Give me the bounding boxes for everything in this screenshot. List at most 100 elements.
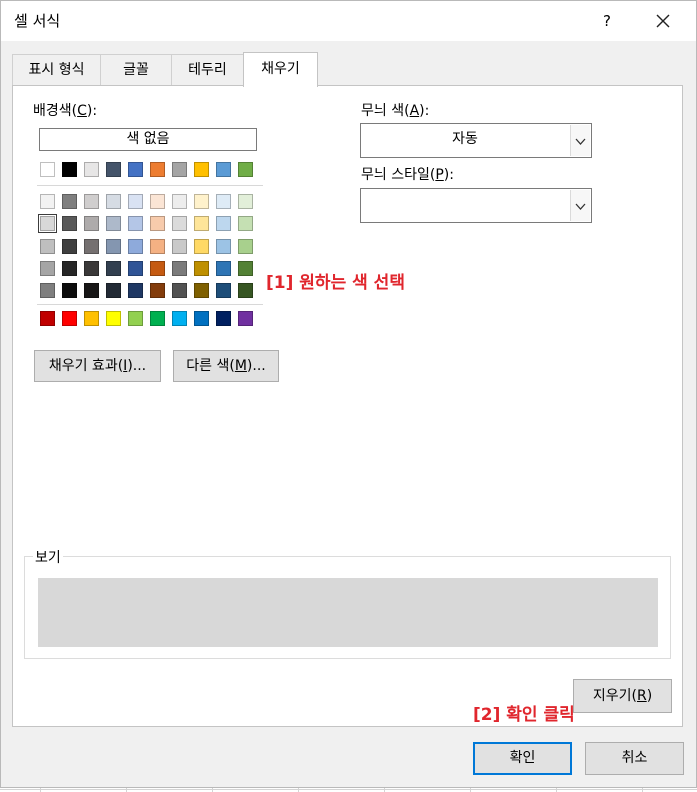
theme-tint-swatch[interactable] [128,194,143,209]
annotation-select-color: [1] 원하는 색 선택 [266,273,405,293]
theme-tint-swatch[interactable] [216,283,231,299]
title-bar: 셀 서식 ? [1,1,696,41]
theme-tint-swatch[interactable] [150,260,165,276]
theme-tint-swatch[interactable] [40,283,55,299]
preview-swatch [38,578,658,647]
theme-tint-swatch[interactable] [62,216,77,232]
pattern-style-value [361,189,569,222]
theme-tint-swatch[interactable] [128,216,143,232]
theme-tint-swatch[interactable] [84,283,99,299]
standard-color-swatch[interactable] [40,311,55,326]
theme-tint-swatch[interactable] [128,238,143,254]
theme-tint-swatch[interactable] [172,194,187,209]
theme-tint-swatch[interactable] [194,283,209,299]
theme-tint-swatch[interactable] [194,194,209,209]
standard-color-swatch[interactable] [194,311,209,326]
theme-color-swatch[interactable] [238,162,253,177]
standard-color-swatch[interactable] [106,311,121,326]
theme-tint-swatch[interactable] [194,238,209,254]
theme-tint-swatch[interactable] [238,260,253,276]
standard-color-swatch[interactable] [150,311,165,326]
close-button[interactable] [649,7,677,35]
pattern-color-value: 자동 [452,131,478,147]
tab-number-format[interactable]: 표시 형식 [12,54,101,85]
theme-color-swatch[interactable] [40,162,55,177]
theme-tint-swatch[interactable] [106,238,121,254]
theme-tint-swatch[interactable] [216,260,231,276]
standard-color-swatch[interactable] [84,311,99,326]
theme-tint-swatch[interactable] [62,283,77,299]
background-color-label: 배경색(C): [33,103,98,119]
chevron-down-icon [575,203,586,210]
theme-tint-swatch[interactable] [40,238,55,254]
theme-tint-swatch[interactable] [194,260,209,276]
theme-tint-swatch[interactable] [84,194,99,209]
theme-tint-swatch[interactable] [238,194,253,209]
pattern-style-dropdown[interactable] [570,190,590,221]
theme-tint-swatch[interactable] [216,238,231,254]
pattern-style-label: 무늬 스타일(P): [361,167,454,183]
standard-color-swatch[interactable] [62,311,77,326]
theme-tint-swatch[interactable] [150,216,165,232]
theme-tint-swatch[interactable] [238,238,253,254]
standard-color-swatch[interactable] [128,311,143,326]
theme-tint-swatch[interactable] [106,194,121,209]
theme-tint-swatch[interactable] [172,238,187,254]
pattern-style-select[interactable] [360,188,592,223]
theme-color-swatch[interactable] [150,162,165,177]
tab-fill[interactable]: 채우기 [243,52,318,87]
palette-separator [37,304,263,305]
theme-color-swatch[interactable] [62,162,77,177]
preview-label: 보기 [33,547,63,567]
standard-color-swatch[interactable] [216,311,231,326]
ok-button[interactable]: 확인 [473,742,572,775]
theme-tint-swatch[interactable] [150,283,165,299]
theme-tint-swatch[interactable] [128,260,143,276]
theme-tint-swatch[interactable] [62,194,77,209]
theme-tint-swatch[interactable] [172,283,187,299]
theme-tint-swatch[interactable] [172,260,187,276]
theme-tint-swatch[interactable] [106,260,121,276]
tab-font[interactable]: 글꼴 [100,54,172,85]
theme-color-swatch[interactable] [216,162,231,177]
theme-tint-swatch[interactable] [150,238,165,254]
theme-color-swatch[interactable] [194,162,209,177]
help-button[interactable]: ? [593,7,621,35]
cancel-button[interactable]: 취소 [585,742,684,775]
theme-tint-swatch[interactable] [194,216,209,232]
annotation-click-ok: [2] 확인 클릭 [473,705,575,725]
theme-tint-swatch[interactable] [106,216,121,232]
pattern-color-dropdown[interactable] [570,125,590,156]
theme-color-swatch[interactable] [128,162,143,177]
tab-border[interactable]: 테두리 [171,54,244,85]
fill-effects-button[interactable]: 채우기 효과(I)... [34,350,161,382]
theme-tint-swatch[interactable] [62,260,77,276]
theme-tint-swatch[interactable] [40,194,55,209]
fill-panel: 배경색(C): 색 없음 채우기 효과(I)... 다른 색(M)... 무늬 … [12,85,683,727]
theme-tint-swatch[interactable] [38,214,57,234]
theme-tint-swatch[interactable] [40,260,55,276]
chevron-down-icon [575,138,586,145]
theme-tint-swatch[interactable] [84,260,99,276]
theme-color-swatch[interactable] [84,162,99,177]
theme-tint-swatch[interactable] [84,216,99,232]
more-colors-button[interactable]: 다른 색(M)... [173,350,279,382]
theme-tint-swatch[interactable] [216,194,231,209]
theme-tint-swatch[interactable] [172,216,187,232]
clear-button[interactable]: 지우기(R) [573,679,672,713]
theme-tint-swatch[interactable] [238,216,253,232]
close-icon [656,14,670,28]
theme-tint-swatch[interactable] [150,194,165,209]
theme-tint-swatch[interactable] [84,238,99,254]
no-color-button[interactable]: 색 없음 [39,128,257,151]
pattern-color-select[interactable]: 자동 [360,123,592,158]
theme-tint-swatch[interactable] [106,283,121,299]
theme-tint-swatch[interactable] [128,283,143,299]
standard-color-swatch[interactable] [238,311,253,326]
theme-tint-swatch[interactable] [216,216,231,232]
theme-color-swatch[interactable] [106,162,121,177]
theme-tint-swatch[interactable] [62,238,77,254]
theme-tint-swatch[interactable] [238,283,253,299]
theme-color-swatch[interactable] [172,162,187,177]
standard-color-swatch[interactable] [172,311,187,326]
